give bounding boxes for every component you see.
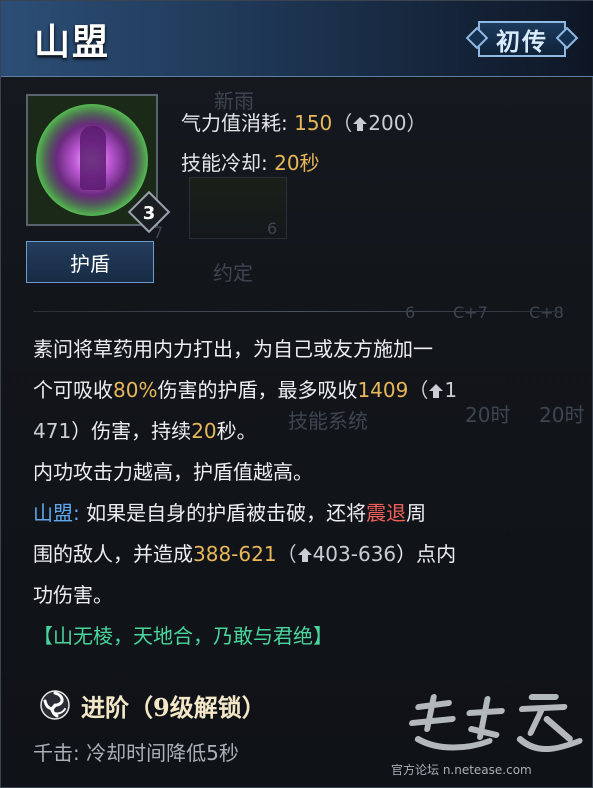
ghost-c7: C+7 <box>453 303 488 322</box>
skill-tooltip-panel: 新雨 7 6 约定 6 C+7 C+8 技能系统 20时 20时 山盟 初传 3… <box>0 0 593 788</box>
desc-text: ）伤害，持续 <box>71 419 192 443</box>
desc-text: 素问将草药用内力打出，为自己或友方施加一 <box>33 337 433 361</box>
desc-line-4: 内功攻击力越高，护盾值越高。 <box>33 452 573 493</box>
cost-paren-close: ） <box>406 111 427 135</box>
desc-line-8: 【山无棱，天地合，乃敢与君绝】 <box>33 616 573 657</box>
swirl-icon <box>40 690 70 720</box>
desc-text: 个可吸收 <box>33 378 113 402</box>
desc-line-3: 471）伤害，持续20秒。 <box>33 411 573 452</box>
tooltip-header: 山盟 初传 <box>1 1 593 77</box>
upgrade-arrow-icon <box>429 384 444 398</box>
knockback-keyword: 震退 <box>366 501 407 525</box>
absorb-percent: 80% <box>113 378 158 402</box>
desc-line-5: 山盟: 如果是自身的护盾被击破，还将震退周 <box>33 493 573 534</box>
desc-text: 围的敌人，并造成 <box>33 542 193 566</box>
rank-badge: 初传 <box>464 19 580 59</box>
skill-description: 素问将草药用内力打出，为自己或友方施加一 个可吸收80%伤害的护盾，最多吸收14… <box>33 329 573 657</box>
skill-name: 山盟 <box>34 21 111 63</box>
desc-line-7: 功伤害。 <box>33 575 573 616</box>
cost-label: 气力值消耗: <box>181 111 288 135</box>
effect-name: 山盟: <box>33 501 80 525</box>
watermark-logo <box>395 689 593 772</box>
desc-text: 内功攻击力越高，护盾值越高。 <box>33 460 313 484</box>
damage-range: 388-621 <box>193 542 277 566</box>
desc-line-2: 个可吸收80%伤害的护盾，最多吸收1409（ 1 <box>33 370 573 411</box>
absorb-upgrade-part: 1 <box>444 378 458 402</box>
absorb-upgrade-part: 471 <box>33 419 72 443</box>
advance-section-header: 进阶（9级解锁） <box>39 687 266 723</box>
advance-title: 进阶（9级解锁） <box>81 692 266 722</box>
desc-text: 伤害的护盾，最多吸收 <box>157 378 358 402</box>
section-divider <box>33 311 563 312</box>
upgrade-arrow-icon <box>297 548 312 562</box>
damage-upgrade-range: 403-636 <box>312 542 397 566</box>
desc-text: ）点内 <box>396 542 457 566</box>
desc-line-6: 围的敌人，并造成388-621（ 403-636）点内 <box>33 534 573 575</box>
skill-category-label: 护盾 <box>26 241 154 283</box>
desc-text: 秒。 <box>216 419 257 443</box>
upgrade-arrow-icon <box>353 117 368 131</box>
absorb-max-value: 1409 <box>357 378 409 402</box>
cost-paren-open: （ <box>332 111 353 135</box>
desc-text: 功伤害。 <box>33 583 113 607</box>
duration-value: 20 <box>191 419 217 443</box>
advance-item: 千击: 冷却时间降低5秒 <box>33 741 239 765</box>
rank-badge-label: 初传 <box>496 26 548 56</box>
cooldown-value: 20秒 <box>274 151 320 175</box>
skill-figure <box>80 126 106 190</box>
ghost-num-6b: 6 <box>405 303 416 322</box>
ghost-c8: C+8 <box>529 303 564 322</box>
desc-text: （ <box>276 542 297 566</box>
watermark-text: 官方论坛 n.netease.com <box>391 763 532 777</box>
ghost-num-6: 6 <box>267 219 278 238</box>
cost-value: 150 <box>294 111 333 135</box>
desc-line-1: 素问将草药用内力打出，为自己或友方施加一 <box>33 329 573 370</box>
desc-text: 如果是自身的护盾被击破，还将 <box>79 501 367 525</box>
desc-text: 周 <box>406 501 427 525</box>
watermark: 官方论坛 n.netease.com <box>389 681 589 781</box>
stat-cost: 气力值消耗: 150（ 200） <box>181 107 426 136</box>
skill-level: 3 <box>142 202 156 224</box>
ghost-label-card: 约定 <box>213 261 253 285</box>
skill-quote: 【山无棱，天地合，乃敢与君绝】 <box>33 624 333 648</box>
cost-upgrade: 200 <box>368 111 407 135</box>
calligraphy-logo-icon <box>409 694 583 753</box>
cooldown-label: 技能冷却: <box>181 151 268 175</box>
desc-text: （ <box>408 378 429 402</box>
stat-cooldown: 技能冷却: 20秒 <box>181 147 320 176</box>
